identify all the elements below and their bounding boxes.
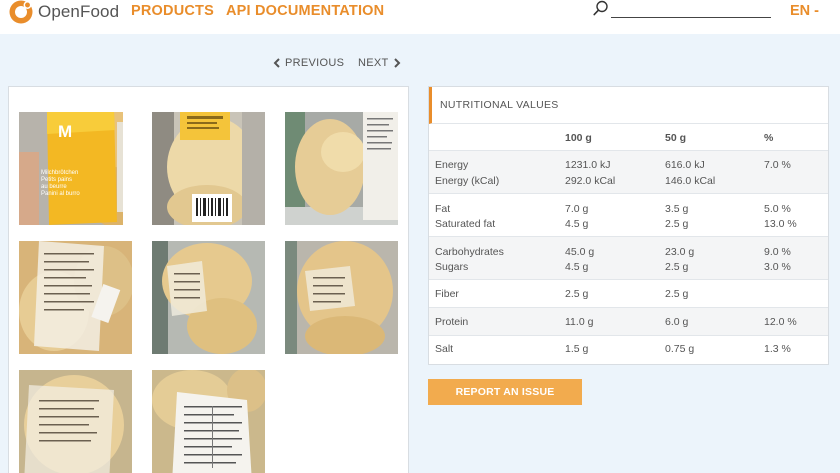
next-label: NEXT <box>358 57 389 69</box>
nutrient-percent: 9.0 % <box>764 246 791 258</box>
product-image-bag[interactable] <box>152 241 265 354</box>
column-header-100g: 100 g <box>565 132 592 144</box>
nutrient-name: Salt <box>435 343 454 355</box>
nav-api-documentation-link[interactable]: API DOCUMENTATION <box>226 3 384 19</box>
nutritional-values-title: NUTRITIONAL VALUES <box>429 87 828 124</box>
previous-label: PREVIOUS <box>285 57 345 69</box>
nutrient-percent: 5.0 % <box>764 203 791 215</box>
product-photo <box>152 112 265 225</box>
nutrient-percent: 7.0 % <box>764 159 791 171</box>
search-input[interactable] <box>611 1 771 18</box>
nutrition-row-protein: Protein 11.0 g 6.0 g 12.0 % <box>429 308 828 336</box>
openfood-logo-icon <box>9 0 33 24</box>
nutrient-value-50g: 2.5 g <box>665 261 689 273</box>
nutrient-value-50g: 2.5 g <box>665 218 689 230</box>
nutrient-value-50g: 146.0 kCal <box>665 175 716 187</box>
product-photo <box>152 370 265 473</box>
nutrient-name: Fiber <box>435 288 459 300</box>
previous-button[interactable]: PREVIOUS <box>273 57 344 69</box>
product-image-back[interactable] <box>152 112 265 225</box>
nutrient-value-100g: 2.5 g <box>565 288 589 300</box>
product-photo <box>19 370 132 473</box>
product-image-nutrition-label[interactable] <box>152 370 265 473</box>
product-photo <box>19 241 132 354</box>
nutrition-row-carbohydrates: Carbohydrates 45.0 g 23.0 g 9.0 % Sugars… <box>429 237 828 280</box>
nutrient-name: Sugars <box>435 261 469 273</box>
package-text-line: Panini al burro <box>41 191 80 197</box>
product-image-label[interactable] <box>19 241 132 354</box>
nutrient-percent: 12.0 % <box>764 316 797 328</box>
nutrition-row-fiber: Fiber 2.5 g 2.5 g <box>429 280 828 308</box>
product-photo <box>19 112 132 225</box>
top-header: OpenFood PRODUCTS API DOCUMENTATION EN - <box>0 0 840 34</box>
nutrient-value-100g: 4.5 g <box>565 261 589 273</box>
nutrient-value-100g: 1231.0 kJ <box>565 159 611 171</box>
package-text-line: Milchbrötchen <box>41 170 79 176</box>
nutritional-values-panel: NUTRITIONAL VALUES 100 g 50 g % Energy 1… <box>428 86 829 365</box>
product-photo <box>285 241 398 354</box>
column-header-50g: 50 g <box>665 132 687 144</box>
nutrient-value-100g: 1.5 g <box>565 343 589 355</box>
language-selector[interactable]: EN - <box>790 3 819 19</box>
column-header-percent: % <box>764 132 774 144</box>
nutrient-name: Energy <box>435 159 469 171</box>
nutrient-percent: 3.0 % <box>764 261 791 273</box>
product-image-top[interactable] <box>19 370 132 473</box>
nutrient-name: Protein <box>435 316 469 328</box>
report-issue-button[interactable]: REPORT AN ISSUE <box>428 379 582 405</box>
nutrient-value-50g: 2.5 g <box>665 288 689 300</box>
nutrient-value-50g: 6.0 g <box>665 316 689 328</box>
chevron-right-icon <box>393 58 400 68</box>
package-text-line: Petits pains <box>41 177 73 183</box>
openfood-logo[interactable]: OpenFood <box>8 0 119 24</box>
brand-letter: M <box>58 122 73 141</box>
product-image-detail[interactable] <box>285 241 398 354</box>
product-image-side[interactable] <box>285 112 398 225</box>
nutrient-value-50g: 3.5 g <box>665 203 689 215</box>
nutrition-table-header: 100 g 50 g % <box>429 124 828 151</box>
product-photo <box>152 241 265 354</box>
product-image-front[interactable]: M Milchbrötchen Petits pains au beurre P… <box>19 112 132 225</box>
nav-products-link[interactable]: PRODUCTS <box>131 3 214 19</box>
nutrient-percent: 13.0 % <box>764 218 797 230</box>
nutrient-name: Fat <box>435 203 451 215</box>
search-icon[interactable] <box>593 0 609 16</box>
nutrient-value-50g: 0.75 g <box>665 343 695 355</box>
nutrition-row-salt: Salt 1.5 g 0.75 g 1.3 % <box>429 336 828 364</box>
chevron-left-icon <box>273 58 280 68</box>
next-button[interactable]: NEXT <box>358 57 401 69</box>
nutrient-name: Saturated fat <box>435 218 496 230</box>
nutrient-value-50g: 23.0 g <box>665 246 695 258</box>
nutrient-name: Energy (kCal) <box>435 175 500 187</box>
nutrient-value-100g: 11.0 g <box>565 316 594 328</box>
nutrition-row-energy: Energy 1231.0 kJ 616.0 kJ 7.0 % Energy (… <box>429 151 828 194</box>
nutrient-value-100g: 45.0 g <box>565 246 595 258</box>
product-photo <box>285 112 398 225</box>
product-images-panel: M Milchbrötchen Petits pains au beurre P… <box>8 86 409 473</box>
nutrient-value-100g: 7.0 g <box>565 203 589 215</box>
nutrient-name: Carbohydrates <box>435 246 504 258</box>
nutrient-value-50g: 616.0 kJ <box>665 159 705 171</box>
nutrient-percent: 1.3 % <box>764 343 791 355</box>
nutrient-value-100g: 4.5 g <box>565 218 589 230</box>
logo-text: OpenFood <box>38 2 120 21</box>
package-text-line: au beurre <box>41 184 67 190</box>
nutrition-row-fat: Fat 7.0 g 3.5 g 5.0 % Saturated fat 4.5 … <box>429 194 828 237</box>
nutrient-value-100g: 292.0 kCal <box>565 175 616 187</box>
